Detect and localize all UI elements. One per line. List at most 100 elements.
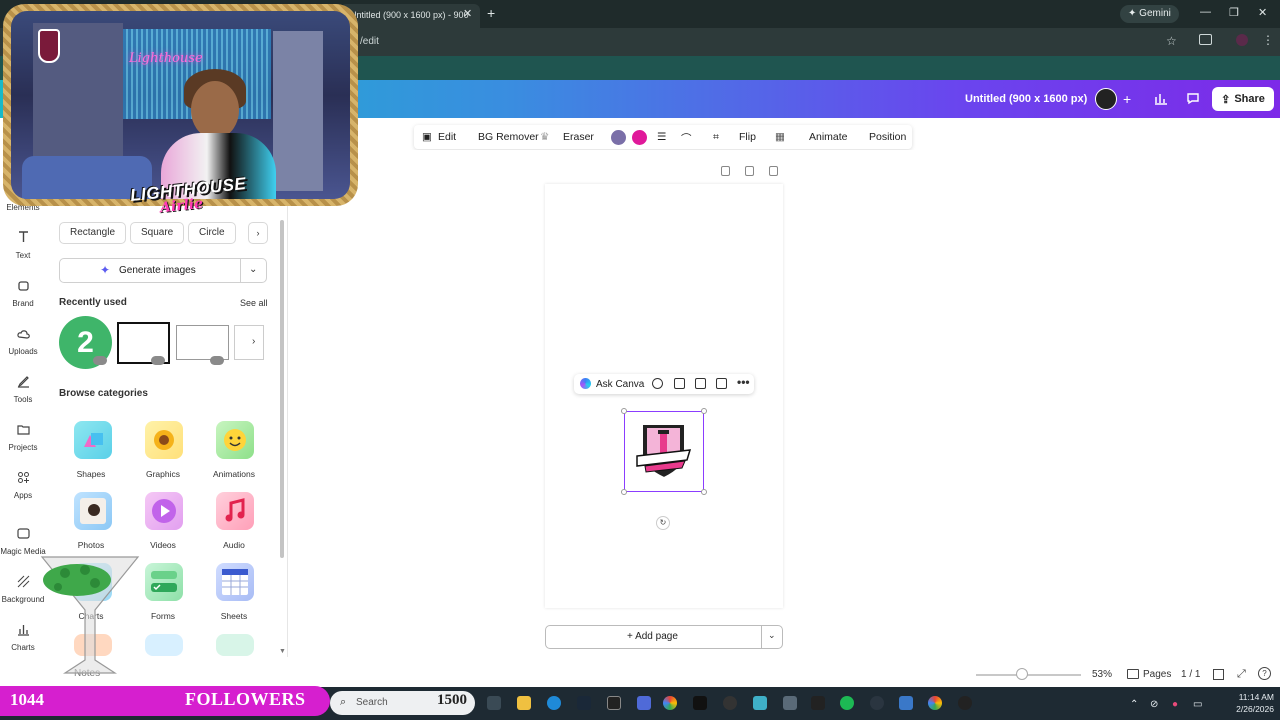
recent-item-thin-rectangle[interactable] [176, 325, 229, 360]
browser-menu-icon[interactable]: ⋮ [1262, 33, 1274, 47]
tray-date[interactable]: 2/26/2026 [1218, 704, 1274, 714]
browser-profile-avatar[interactable] [1236, 34, 1248, 46]
see-all-link[interactable]: See all [240, 298, 268, 308]
rail-item-projects[interactable]: Projects [0, 443, 46, 452]
zoom-percentage[interactable]: 53% [1092, 669, 1112, 680]
scroll-down-icon[interactable]: ▼ [279, 648, 286, 655]
duplicate-page-icon[interactable] [745, 166, 754, 176]
color-swatch-purple[interactable] [611, 130, 626, 145]
chip-square[interactable]: Square [130, 222, 185, 244]
photos-category-icon[interactable] [74, 492, 112, 530]
zoom-slider-track[interactable] [976, 674, 1081, 676]
pages-button[interactable]: Pages [1143, 669, 1171, 680]
chip-rectangle[interactable]: Rectangle [59, 222, 127, 244]
panel-scrollbar[interactable] [280, 220, 284, 558]
file-explorer-icon[interactable] [517, 696, 531, 710]
design-page[interactable] [545, 184, 783, 608]
more-category-tile[interactable] [145, 634, 183, 656]
resize-handle[interactable] [621, 489, 627, 495]
minimize-icon[interactable]: — [1200, 6, 1211, 18]
tray-chevron-icon[interactable]: ⌃ [1130, 699, 1138, 710]
chrome-icon[interactable] [663, 696, 677, 710]
ask-canva-button[interactable]: Ask Canva [596, 379, 644, 390]
border-style-icon[interactable]: ☰ [657, 131, 666, 143]
sheets-category-icon[interactable] [216, 563, 254, 601]
invite-plus-icon[interactable]: + [1123, 91, 1131, 107]
share-button[interactable]: ⇪ Share [1212, 87, 1274, 111]
delete-icon[interactable] [716, 378, 727, 389]
epic-games-icon[interactable] [607, 696, 621, 710]
chips-next-icon[interactable]: › [248, 222, 268, 244]
recent-next-icon[interactable]: › [252, 336, 255, 347]
user-avatar[interactable] [1095, 88, 1117, 110]
crop-icon[interactable]: ⌗ [713, 131, 719, 144]
eraser-button[interactable]: Eraser [563, 131, 594, 143]
calculator-icon[interactable] [783, 696, 797, 710]
chip-circle[interactable]: Circle [188, 222, 236, 244]
duplicate-icon[interactable] [695, 378, 706, 389]
smiley-animations-icon[interactable] [216, 421, 254, 459]
restore-icon[interactable]: ❐ [1229, 6, 1239, 19]
animate-button[interactable]: Animate [809, 131, 848, 143]
forms-category-icon[interactable] [145, 563, 183, 601]
tray-time[interactable]: 11:14 AM [1228, 692, 1274, 702]
app-icon[interactable] [753, 696, 767, 710]
position-button[interactable]: Position [869, 131, 906, 143]
rotate-handle-icon[interactable]: ↻ [656, 516, 670, 530]
tab-close-icon[interactable]: ✕ [463, 7, 472, 20]
insights-chart-icon[interactable] [1154, 91, 1168, 105]
spotify-icon[interactable] [840, 696, 854, 710]
gemini-button[interactable]: ✦ Gemini [1120, 5, 1179, 23]
bg-remover-button[interactable]: BG Remover [478, 131, 539, 143]
selected-logo-element[interactable] [624, 411, 704, 492]
grid-view-icon[interactable] [1213, 669, 1224, 680]
edge-browser-icon[interactable] [547, 696, 561, 710]
add-page-top-icon[interactable] [769, 166, 778, 176]
app-icon[interactable] [958, 696, 972, 710]
flip-button[interactable]: Flip [739, 131, 756, 143]
document-title[interactable]: Untitled (900 x 1600 px) [965, 93, 1087, 105]
music-note-audio-icon[interactable] [216, 492, 254, 530]
sunflower-graphics-icon[interactable] [145, 421, 183, 459]
app-icon[interactable] [899, 696, 913, 710]
obs-icon[interactable] [870, 696, 884, 710]
resize-handle[interactable] [701, 408, 707, 414]
edit-button[interactable]: Edit [438, 131, 456, 143]
new-tab-icon[interactable]: + [487, 5, 495, 21]
play-videos-icon[interactable] [145, 492, 183, 530]
capcut-icon[interactable] [811, 696, 825, 710]
color-swatch-pink[interactable] [632, 130, 647, 145]
task-view-icon[interactable] [487, 696, 501, 710]
comments-icon[interactable] [1186, 91, 1200, 105]
chrome-active-icon[interactable] [928, 696, 942, 710]
media-player-icon[interactable] [723, 696, 737, 710]
corner-rounding-icon[interactable]: ⌒ [681, 131, 692, 146]
rail-item-tools[interactable]: Tools [0, 395, 46, 404]
url-text[interactable]: /edit [360, 36, 379, 47]
steam-icon[interactable] [577, 696, 591, 710]
tray-mic-icon[interactable]: ● [1172, 699, 1178, 710]
rail-item-apps[interactable]: Apps [0, 491, 46, 500]
app-icon[interactable] [637, 696, 651, 710]
transparency-icon[interactable]: ▦ [775, 131, 785, 143]
rail-item-text[interactable]: Text [0, 251, 46, 260]
more-category-tile[interactable] [216, 634, 254, 656]
chevron-down-icon[interactable]: ⌄ [249, 264, 257, 275]
adobe-icon[interactable] [693, 696, 707, 710]
resize-handle[interactable] [701, 489, 707, 495]
fullscreen-icon[interactable]: ⤢ [1237, 668, 1246, 681]
more-options-icon[interactable]: ••• [737, 375, 750, 389]
resize-handle[interactable] [621, 408, 627, 414]
zoom-slider-knob[interactable] [1016, 668, 1028, 680]
window-close-icon[interactable]: ✕ [1258, 6, 1267, 19]
shapes-category-icon[interactable] [74, 421, 112, 459]
tray-battery-icon[interactable]: ▭ [1193, 699, 1202, 710]
tray-network-off-icon[interactable]: ⊘ [1150, 699, 1158, 710]
bookmark-star-icon[interactable]: ☆ [1166, 34, 1177, 48]
refresh-icon[interactable] [652, 378, 663, 389]
recent-item-partial[interactable] [234, 325, 264, 360]
lock-icon[interactable] [674, 378, 685, 389]
browser-tab-active[interactable]: Untitled (900 x 1600 px) - 900 [340, 4, 480, 28]
chevron-down-icon[interactable]: ⌄ [768, 630, 776, 641]
help-icon[interactable]: ? [1258, 667, 1271, 680]
